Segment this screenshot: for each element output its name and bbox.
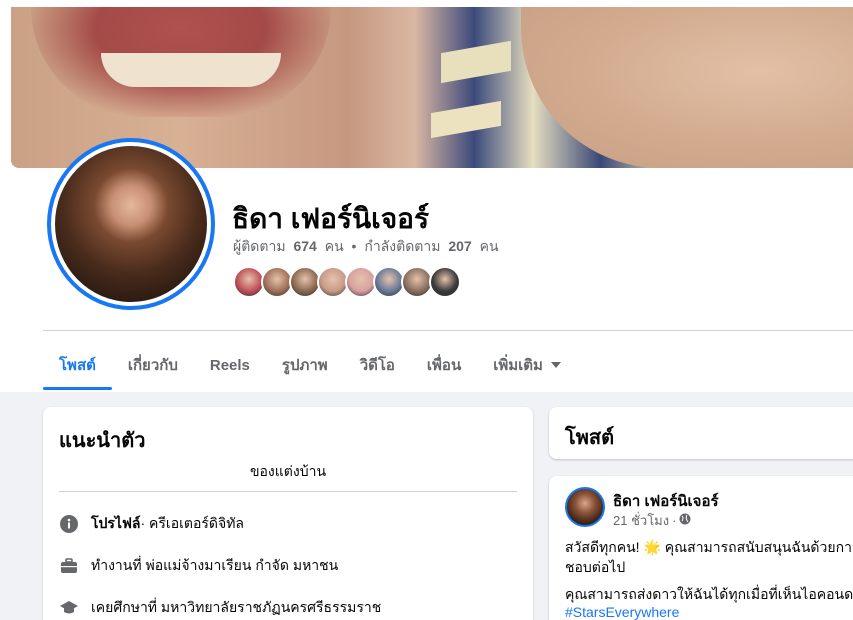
following-unit: คน <box>479 238 499 254</box>
followers-unit: คน <box>324 238 344 254</box>
followers-label[interactable]: ผู้ติดตาม <box>233 238 286 254</box>
posts-title: โพสต์ <box>565 427 615 449</box>
post-text-line1: สวัสดีทุกคน! 🌟 คุณสามารถสนับสนุนฉันด้วยก… <box>565 537 852 559</box>
tab-more-label: เพิ่มเติม <box>493 357 543 374</box>
graduation-cap-icon <box>59 598 79 618</box>
post-time[interactable]: 21 ชั่วโมง <box>613 510 669 531</box>
tab-reels[interactable]: Reels <box>194 340 266 390</box>
intro-education-row: เคยศึกษาที่ มหาวิทยาลัยราชภัฏนครศรีธรรมร… <box>59 597 381 619</box>
intro-work-row: ทำงานที่ พ่อแม่จ้างมาเรียน กำจัด มหาชน <box>59 555 338 577</box>
profile-picture <box>55 146 207 302</box>
following-count[interactable]: 207 <box>448 238 471 254</box>
tab-friends[interactable]: เพื่อน <box>411 340 477 390</box>
post-text-greeting: สวัสดีทุกคน! <box>565 539 644 555</box>
intro-education-text: เคยศึกษาที่ มหาวิทยาลัยราชภัฏนครศรีธรรมร… <box>91 599 382 615</box>
star-emoji: 🌟 <box>643 539 661 555</box>
posts-header-card: โพสต์ <box>549 407 853 459</box>
post-hashtag[interactable]: #StarsEverywhere <box>565 604 679 620</box>
chevron-down-icon <box>550 362 561 368</box>
info-icon <box>59 514 79 534</box>
profile-name: ธิดา เฟอร์นิเจอร์ <box>232 203 429 234</box>
tab-about[interactable]: เกี่ยวกับ <box>112 340 194 390</box>
header-divider <box>43 330 853 331</box>
intro-bio: ของแต่งบ้าน <box>249 463 327 479</box>
post-text-line3: คุณสามารถส่งดาวให้ฉันได้ทุกเมื่อที่เห็นไ… <box>565 586 853 602</box>
cover-shirt-stripe <box>431 100 501 139</box>
tab-posts[interactable]: โพสต์ <box>43 340 112 390</box>
followers-count[interactable]: 674 <box>293 238 316 254</box>
post-text-support: คุณสามารถสนับสนุนฉันด้วยกา <box>660 539 852 555</box>
globe-icon[interactable] <box>679 513 691 528</box>
tab-more[interactable]: เพิ่มเติม <box>477 340 577 390</box>
intro-divider <box>59 491 517 492</box>
intro-profile-label: โปรไฟล์ <box>91 515 141 531</box>
intro-card: แนะนำตัว ของแต่งบ้าน โปรไฟล์ · ครีเอเตอร… <box>43 407 533 620</box>
cover-face <box>521 7 853 168</box>
post-meta-separator: · <box>672 513 677 528</box>
post-text-line2: ชอบต่อไป <box>565 559 626 575</box>
profile-avatar[interactable] <box>47 138 215 310</box>
intro-profile-category: · ครีเอเตอร์ดิจิทัล <box>140 515 245 531</box>
intro-title: แนะนำตัว <box>59 430 146 452</box>
cover-teeth <box>101 53 281 87</box>
tab-photos[interactable]: รูปภาพ <box>266 340 344 390</box>
post-card: ธิดา เฟอร์นิเจอร์ 21 ชั่วโมง · สวัสดีทุก… <box>549 476 853 620</box>
following-label[interactable]: กำลังติดตาม <box>364 238 440 254</box>
post-author-avatar[interactable] <box>565 487 605 527</box>
intro-work-text: ทำงานที่ พ่อแม่จ้างมาเรียน กำจัด มหาชน <box>91 557 339 573</box>
cover-shirt-stripe <box>441 40 511 84</box>
stats-separator: • <box>351 238 357 254</box>
profile-tabs: โพสต์ เกี่ยวกับ Reels รูปภาพ วิดีโอ เพื่… <box>43 340 577 390</box>
briefcase-icon <box>59 556 79 576</box>
tab-videos[interactable]: วิดีโอ <box>344 340 411 390</box>
post-meta: 21 ชั่วโมง · <box>613 510 691 531</box>
friend-avatars <box>233 266 461 298</box>
follow-stats: ผู้ติดตาม 674 คน • กำลังติดตาม 207 คน <box>233 236 499 258</box>
intro-profile-row: โปรไฟล์ · ครีเอเตอร์ดิจิทัล <box>59 513 244 535</box>
friend-avatar[interactable] <box>429 266 461 298</box>
